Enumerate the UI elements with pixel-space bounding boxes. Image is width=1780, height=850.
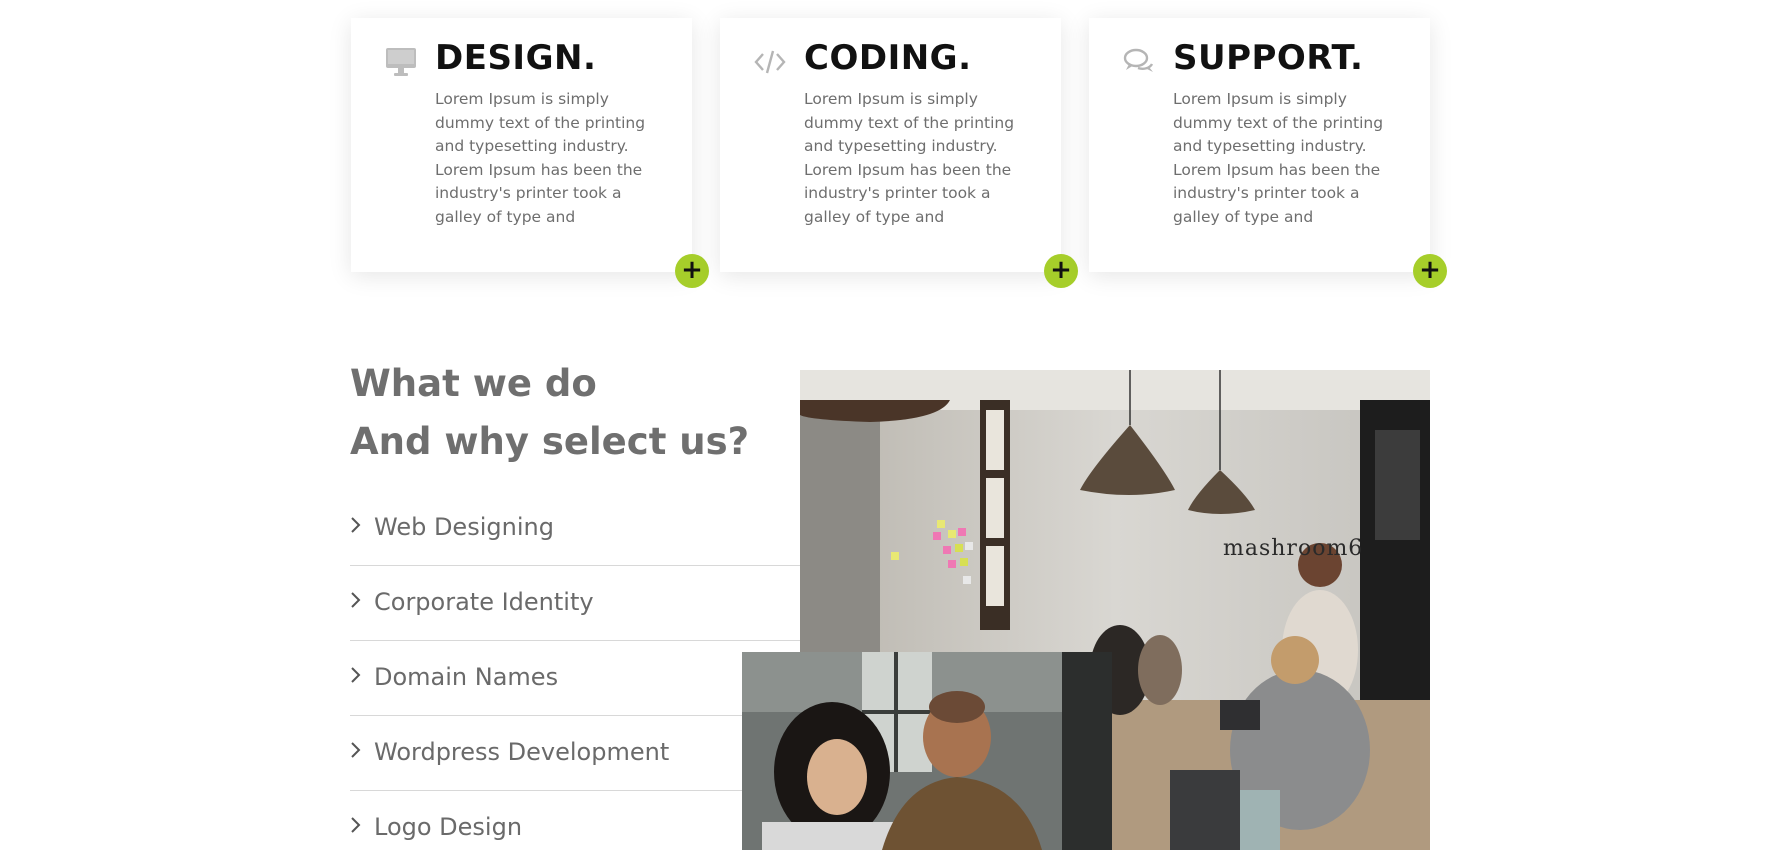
chevron-right-icon: [350, 590, 362, 614]
accordion-item-label: Corporate Identity: [374, 588, 594, 616]
accordion-item-label: Logo Design: [374, 813, 523, 841]
accordion-item-corporate-identity[interactable]: Corporate Identity: [350, 566, 800, 641]
section-heading: What we do: [350, 362, 597, 405]
wall-sign-text: mashroom6: [1223, 536, 1364, 561]
team-photo: [742, 652, 1112, 850]
service-card-coding: CODING. Lorem Ipsum is simply dummy text…: [720, 18, 1078, 288]
service-card-support: SUPPORT. Lorem Ipsum is simply dummy tex…: [1089, 18, 1447, 288]
accordion-item-domain-names[interactable]: Domain Names: [350, 641, 800, 716]
chat-bubbles-icon: [1122, 44, 1156, 78]
card-title: CODING.: [804, 38, 972, 78]
chevron-right-icon: [350, 515, 362, 539]
accordion-item-label: Domain Names: [374, 663, 559, 691]
code-icon: [753, 44, 787, 78]
accordion-item-label: Web Designing: [374, 513, 554, 541]
accordion-item-web-designing[interactable]: Web Designing: [350, 491, 800, 566]
expand-button[interactable]: +: [1413, 254, 1447, 288]
expand-button[interactable]: +: [1044, 254, 1078, 288]
card-title: SUPPORT.: [1173, 38, 1364, 78]
accordion-item-label: Wordpress Development: [374, 738, 670, 766]
monitor-icon: [384, 44, 418, 78]
section-subheading: And why select us?: [350, 420, 750, 463]
card-description: Lorem Ipsum is simply dummy text of the …: [435, 90, 646, 226]
page: DESIGN. Lorem Ipsum is simply dummy text…: [0, 0, 1780, 850]
chevron-right-icon: [350, 740, 362, 764]
service-card-design: DESIGN. Lorem Ipsum is simply dummy text…: [351, 18, 709, 288]
accordion-item-wordpress-development[interactable]: Wordpress Development: [350, 716, 800, 791]
card-title: DESIGN.: [435, 38, 597, 78]
chevron-right-icon: [350, 815, 362, 839]
accordion-item-logo-design[interactable]: Logo Design: [350, 791, 800, 850]
card-description: Lorem Ipsum is simply dummy text of the …: [1173, 90, 1384, 226]
card-description: Lorem Ipsum is simply dummy text of the …: [804, 90, 1015, 226]
chevron-right-icon: [350, 665, 362, 689]
expand-button[interactable]: +: [675, 254, 709, 288]
service-accordion: Web Designing Corporate Identity Domain …: [350, 491, 800, 850]
